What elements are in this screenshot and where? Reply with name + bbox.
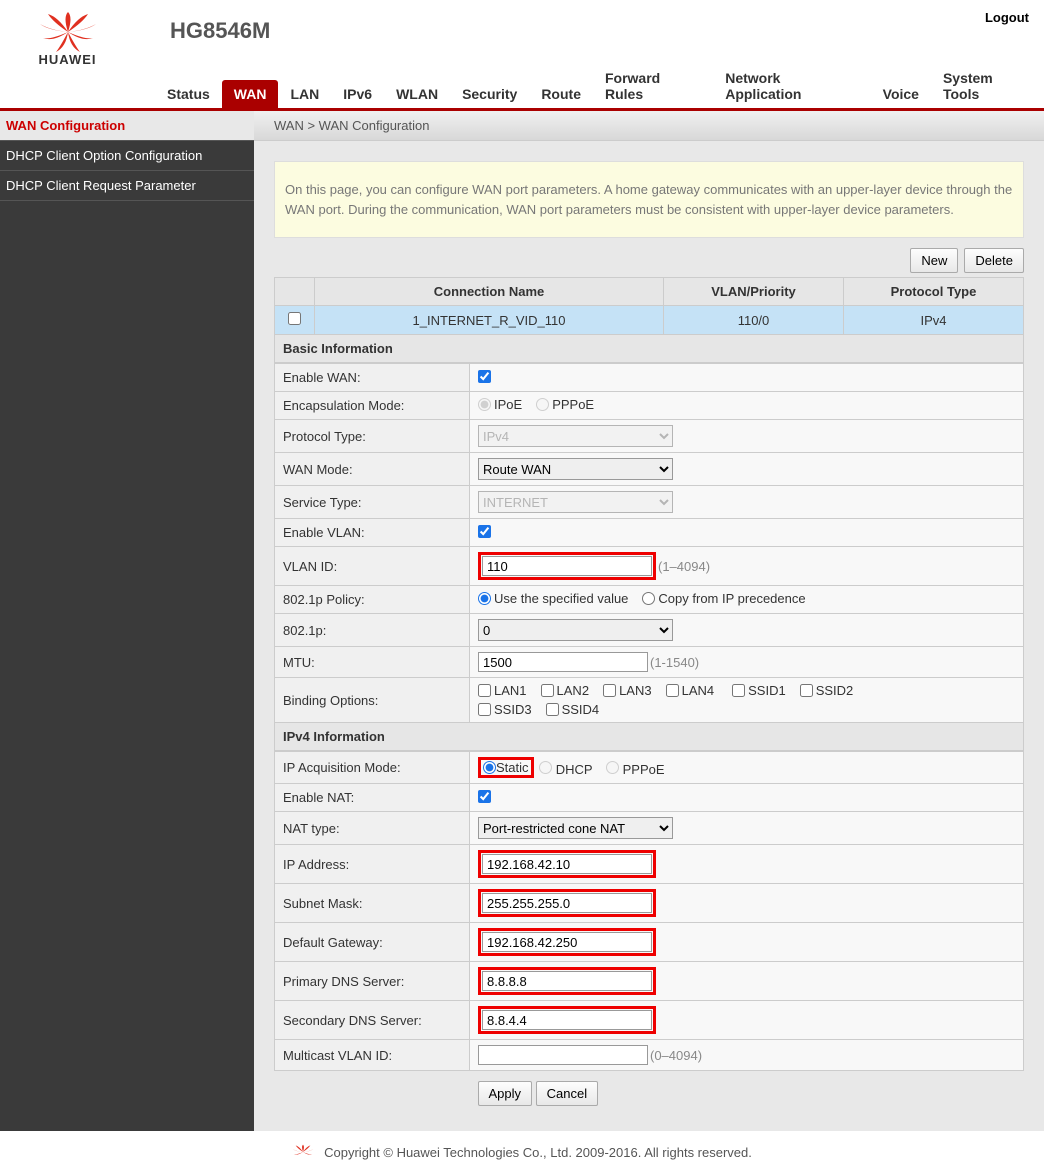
apply-button[interactable]: Apply: [478, 1081, 533, 1106]
enable-nat-checkbox[interactable]: [478, 790, 491, 803]
vlan-id-input[interactable]: [482, 556, 652, 576]
nav-tab-wlan[interactable]: WLAN: [384, 80, 450, 108]
col-vlan: VLAN/Priority: [664, 278, 844, 306]
mtu-input[interactable]: [478, 652, 648, 672]
enable-wan-checkbox[interactable]: [478, 370, 491, 383]
section-basic: Basic Information: [274, 335, 1024, 363]
label-enable-vlan: Enable VLAN:: [275, 519, 470, 547]
label-ip-mode: IP Acquisition Mode:: [275, 752, 470, 784]
cell-vlan: 110/0: [664, 306, 844, 335]
sidebar-item-0[interactable]: WAN Configuration: [0, 111, 254, 141]
label-dns1: Primary DNS Server:: [275, 962, 470, 1001]
subnet-input[interactable]: [482, 893, 652, 913]
nav-tab-wan[interactable]: WAN: [222, 80, 279, 108]
label-service-type: Service Type:: [275, 486, 470, 519]
logout-link[interactable]: Logout: [985, 10, 1029, 25]
mcast-vlan-input[interactable]: [478, 1045, 648, 1065]
connection-table: Connection Name VLAN/Priority Protocol T…: [274, 277, 1024, 335]
label-encap: Encapsulation Mode:: [275, 392, 470, 420]
binding-ssid4-checkbox[interactable]: [546, 703, 559, 716]
binding-ssid2-checkbox[interactable]: [800, 684, 813, 697]
nav-tab-lan[interactable]: LAN: [278, 80, 331, 108]
label-dns2: Secondary DNS Server:: [275, 1001, 470, 1040]
nav-tab-voice[interactable]: Voice: [871, 80, 931, 108]
ipmode-dhcp-radio: [539, 761, 552, 774]
nav-tab-route[interactable]: Route: [529, 80, 593, 108]
binding-ssid1-checkbox[interactable]: [732, 684, 745, 697]
label-gateway: Default Gateway:: [275, 923, 470, 962]
huawei-petals-icon: [292, 1141, 314, 1163]
encap-pppoe-radio: [536, 398, 549, 411]
label-enable-wan: Enable WAN:: [275, 364, 470, 392]
label-wan-mode: WAN Mode:: [275, 453, 470, 486]
connection-row[interactable]: 1_INTERNET_R_VID_110 110/0 IPv4: [275, 306, 1024, 335]
label-subnet: Subnet Mask:: [275, 884, 470, 923]
nav-bar: StatusWANLANIPv6WLANSecurityRouteForward…: [0, 78, 1044, 111]
row-checkbox[interactable]: [288, 312, 301, 325]
label-proto-type: Protocol Type:: [275, 420, 470, 453]
policy-specified-radio[interactable]: [478, 592, 491, 605]
binding-lan1-checkbox[interactable]: [478, 684, 491, 697]
label-ip-addr: IP Address:: [275, 845, 470, 884]
label-policy: 802.1p Policy:: [275, 586, 470, 614]
binding-lan2-checkbox[interactable]: [541, 684, 554, 697]
nat-type-select[interactable]: Port-restricted cone NAT: [478, 817, 673, 839]
priority-select[interactable]: 0: [478, 619, 673, 641]
footer-text: Copyright © Huawei Technologies Co., Ltd…: [324, 1145, 752, 1160]
model-name: HG8546M: [170, 18, 270, 44]
col-proto: Protocol Type: [844, 278, 1024, 306]
label-nat-type: NAT type:: [275, 812, 470, 845]
new-button[interactable]: New: [910, 248, 958, 273]
dns1-input[interactable]: [482, 971, 652, 991]
ip-address-input[interactable]: [482, 854, 652, 874]
wan-mode-select[interactable]: Route WAN: [478, 458, 673, 480]
cancel-button[interactable]: Cancel: [536, 1081, 598, 1106]
ipmode-static-radio[interactable]: [483, 761, 496, 774]
dns2-input[interactable]: [482, 1010, 652, 1030]
cell-conn-name: 1_INTERNET_R_VID_110: [315, 306, 664, 335]
header: HUAWEI HG8546M Logout: [0, 0, 1044, 78]
ipmode-pppoe-radio: [606, 761, 619, 774]
cell-proto: IPv4: [844, 306, 1024, 335]
logo-area: HUAWEI: [10, 12, 125, 67]
sidebar-item-1[interactable]: DHCP Client Option Configuration: [0, 141, 254, 171]
label-mtu: MTU:: [275, 647, 470, 678]
nav-tab-security[interactable]: Security: [450, 80, 529, 108]
col-conn-name: Connection Name: [315, 278, 664, 306]
label-enable-nat: Enable NAT:: [275, 784, 470, 812]
huawei-logo: HUAWEI: [10, 12, 125, 67]
label-vlan-id: VLAN ID:: [275, 547, 470, 586]
label-binding: Binding Options:: [275, 678, 470, 723]
breadcrumb: WAN > WAN Configuration: [254, 111, 1044, 141]
sidebar: WAN ConfigurationDHCP Client Option Conf…: [0, 111, 254, 1131]
huawei-petals-icon: [38, 12, 98, 52]
brand-text: HUAWEI: [39, 52, 97, 67]
page-hint: On this page, you can configure WAN port…: [274, 161, 1024, 238]
proto-type-select: IPv4: [478, 425, 673, 447]
policy-copy-radio[interactable]: [642, 592, 655, 605]
section-ipv4: IPv4 Information: [274, 723, 1024, 751]
gateway-input[interactable]: [482, 932, 652, 952]
sidebar-item-2[interactable]: DHCP Client Request Parameter: [0, 171, 254, 201]
nav-tab-ipv6[interactable]: IPv6: [331, 80, 384, 108]
binding-lan3-checkbox[interactable]: [603, 684, 616, 697]
label-mcast-vlan: Multicast VLAN ID:: [275, 1040, 470, 1071]
binding-lan4-checkbox[interactable]: [666, 684, 679, 697]
label-priority: 802.1p:: [275, 614, 470, 647]
enable-vlan-checkbox[interactable]: [478, 525, 491, 538]
footer: Copyright © Huawei Technologies Co., Ltd…: [0, 1131, 1044, 1173]
binding-ssid3-checkbox[interactable]: [478, 703, 491, 716]
delete-button[interactable]: Delete: [964, 248, 1024, 273]
nav-tab-status[interactable]: Status: [155, 80, 222, 108]
service-type-select: INTERNET: [478, 491, 673, 513]
encap-ipoe-radio: [478, 398, 491, 411]
